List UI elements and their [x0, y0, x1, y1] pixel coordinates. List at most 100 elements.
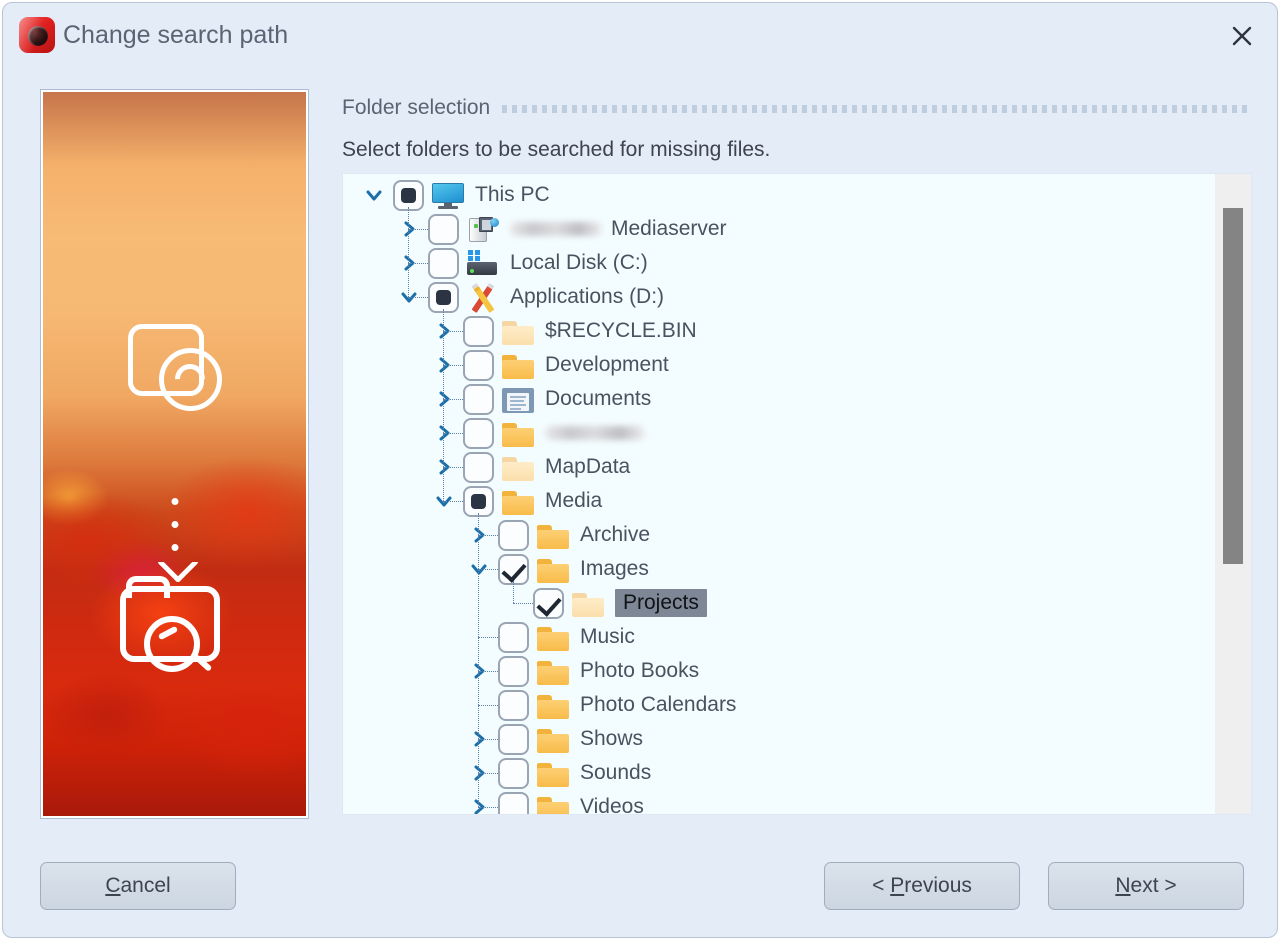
tree-connector: [408, 229, 428, 230]
tree-row[interactable]: Development: [343, 348, 1217, 382]
folder-icon: [537, 555, 571, 583]
folder-icon: [502, 419, 536, 447]
tree-item-label: This PC: [475, 183, 550, 206]
camera-lens-icon: [19, 17, 55, 53]
tree-item-label: Media: [545, 489, 603, 512]
tree-row[interactable]: MapData: [343, 450, 1217, 484]
documents-folder-icon: [502, 385, 536, 413]
tree-checkbox[interactable]: [463, 485, 494, 517]
section-header: Folder selection: [342, 93, 1252, 123]
folder-icon: [502, 487, 536, 515]
tree-row[interactable]: Documents: [343, 382, 1217, 416]
tree-item-label: Images: [580, 557, 649, 580]
folder-tree-scroll-area: This PC Mediaserver Local Disk (C:) Applica…: [343, 174, 1217, 814]
tree-item-label: Shows: [580, 727, 644, 750]
tree-checkbox[interactable]: [393, 179, 424, 211]
tree-scrollbar[interactable]: [1215, 174, 1251, 814]
server-icon: [467, 215, 501, 243]
redacted-host-name: [510, 222, 602, 236]
previous-button[interactable]: < Previous: [824, 862, 1020, 910]
tree-connector: [478, 569, 498, 570]
chevron-right-icon[interactable]: [470, 798, 488, 814]
tree-item-label: Photo Books: [580, 659, 700, 682]
pencils-icon: [467, 283, 501, 313]
redacted-folder-name: [545, 426, 645, 440]
folder-pale-icon: [502, 317, 536, 345]
folder-pale-icon: [572, 589, 606, 617]
chevron-down-icon: [158, 547, 192, 567]
tree-checkbox[interactable]: [498, 553, 529, 585]
tree-connector: [443, 399, 463, 400]
tree-connector: [443, 467, 463, 468]
tree-checkbox[interactable]: [463, 383, 494, 415]
tree-row[interactable]: Projects: [343, 586, 1217, 620]
tree-item-label: Music: [580, 625, 635, 648]
folder-tree[interactable]: This PC Mediaserver Local Disk (C:) Applica…: [343, 174, 1217, 814]
tree-row[interactable]: Photo Books: [343, 654, 1217, 688]
tree-row[interactable]: Photo Calendars: [343, 688, 1217, 722]
tree-checkbox[interactable]: [428, 213, 459, 245]
tree-row[interactable]: Media: [343, 484, 1217, 518]
monitor-icon: [432, 181, 466, 209]
tree-connector: [443, 433, 463, 434]
tree-checkbox[interactable]: [498, 519, 529, 551]
next-button[interactable]: Next >: [1048, 862, 1244, 910]
tree-checkbox[interactable]: [463, 349, 494, 381]
header-dotted-rule: [502, 104, 1252, 113]
tree-row[interactable]: Music: [343, 620, 1217, 654]
tree-connector: [513, 603, 533, 604]
close-button[interactable]: [1221, 15, 1263, 57]
tree-row[interactable]: Videos: [343, 790, 1217, 814]
tree-scrollbar-thumb[interactable]: [1223, 208, 1243, 564]
tree-connector: [408, 297, 428, 298]
cancel-button[interactable]: Cancel: [40, 862, 236, 910]
tree-checkbox[interactable]: [498, 791, 529, 814]
tree-row[interactable]: Images: [343, 552, 1217, 586]
tree-row[interactable]: Mediaserver: [343, 212, 1217, 246]
tree-item-label: Sounds: [580, 761, 652, 784]
folder-pale-icon: [502, 453, 536, 481]
tree-checkbox[interactable]: [463, 417, 494, 449]
window-title: Change search path: [63, 21, 289, 49]
folder-icon: [537, 793, 571, 814]
tree-connector: [478, 637, 498, 638]
tree-connector: [478, 739, 498, 740]
folder-icon: [537, 521, 571, 549]
tree-item-label-selected: Projects: [615, 589, 707, 617]
tree-guide-line: [443, 309, 444, 501]
tree-row[interactable]: Archive: [343, 518, 1217, 552]
tree-row[interactable]: [343, 416, 1217, 450]
tree-row[interactable]: Shows: [343, 722, 1217, 756]
tree-checkbox[interactable]: [498, 723, 529, 755]
tree-item-label: $RECYCLE.BIN: [545, 319, 697, 342]
tree-item-label: Mediaserver: [611, 217, 727, 240]
tree-connector: [478, 807, 498, 808]
tree-guide-line: [478, 513, 479, 807]
tree-checkbox[interactable]: [498, 689, 529, 721]
tree-connector: [443, 501, 463, 502]
tree-connector: [478, 773, 498, 774]
tree-checkbox[interactable]: [463, 451, 494, 483]
preview-panel: [40, 89, 309, 819]
tree-row[interactable]: $RECYCLE.BIN: [343, 314, 1217, 348]
tree-connector: [478, 535, 498, 536]
tree-item-label: Applications (D:): [510, 285, 665, 308]
tree-checkbox[interactable]: [463, 315, 494, 347]
tree-connector: [478, 705, 498, 706]
tree-checkbox[interactable]: [533, 587, 564, 619]
tree-connector: [408, 263, 428, 264]
tree-checkbox[interactable]: [498, 655, 529, 687]
tree-checkbox[interactable]: [428, 247, 459, 279]
folder-tree-panel: This PC Mediaserver Local Disk (C:) Applica…: [342, 173, 1252, 815]
chevron-down-icon[interactable]: [365, 186, 383, 204]
tree-checkbox[interactable]: [498, 621, 529, 653]
tree-checkbox[interactable]: [498, 757, 529, 789]
tree-row[interactable]: This PC: [343, 178, 1217, 212]
page-subtitle: Select folders to be searched for missin…: [342, 138, 771, 161]
tree-checkbox[interactable]: [428, 281, 459, 313]
title-bar: Change search path: [3, 3, 1277, 67]
hdd-icon: [467, 249, 501, 277]
tree-row[interactable]: Local Disk (C:): [343, 246, 1217, 280]
tree-row[interactable]: Sounds: [343, 756, 1217, 790]
tree-row[interactable]: Applications (D:): [343, 280, 1217, 314]
